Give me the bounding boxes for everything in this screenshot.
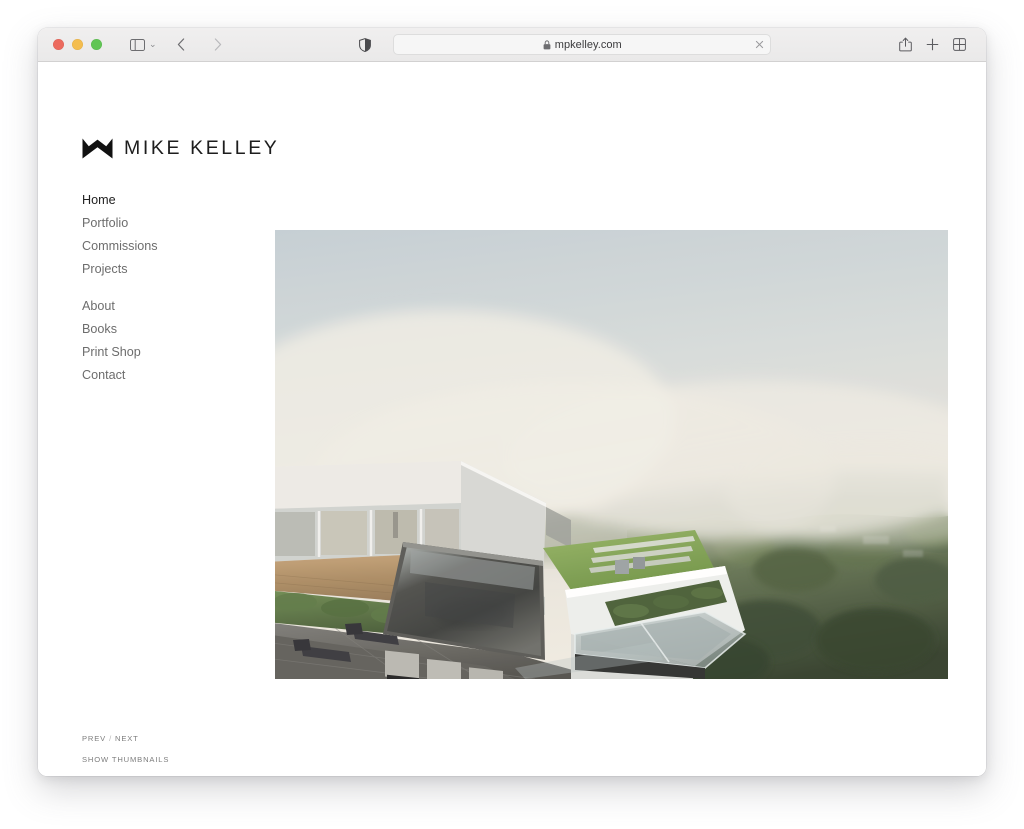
prev-next-row: PREV / NEXT [82,728,169,749]
show-thumbnails-link[interactable]: SHOW THUMBNAILS [82,749,169,770]
zoom-window-button[interactable] [91,39,102,50]
close-icon[interactable] [753,39,765,51]
nav-item-commissions[interactable]: Commissions [82,235,158,258]
nav-item-contact[interactable]: Contact [82,364,158,387]
gallery-controls: PREV / NEXT SHOW THUMBNAILS [82,728,169,770]
nav-item-home[interactable]: Home [82,189,158,212]
browser-toolbar: ⌄ mpkelley.com [38,28,986,62]
share-icon[interactable] [894,34,918,56]
grid-icon[interactable] [948,34,972,56]
back-button[interactable] [168,34,194,56]
nav-item-books[interactable]: Books [82,318,158,341]
site-title: MIKE KELLEY [124,137,280,159]
forward-button[interactable] [205,34,231,56]
site-brand[interactable]: MIKE KELLEY [82,137,279,160]
hero-photo[interactable] [275,230,948,679]
chevron-down-icon[interactable]: ⌄ [149,40,157,49]
main-navigation: Home Portfolio Commissions Projects Abou… [82,189,158,387]
window-controls [53,39,102,50]
navigation-controls: ⌄ [124,34,231,56]
plus-icon[interactable] [921,34,945,56]
address-text: mpkelley.com [554,38,622,51]
lock-icon [543,39,551,50]
mountain-chevron-logo-icon [82,138,113,159]
hero-photo-render [275,230,948,679]
next-link[interactable]: NEXT [115,734,139,743]
prev-link[interactable]: PREV [82,734,106,743]
close-window-button[interactable] [53,39,64,50]
minimize-window-button[interactable] [72,39,83,50]
nav-divider-space [82,281,158,295]
toolbar-actions [894,34,972,56]
nav-item-print-shop[interactable]: Print Shop [82,341,158,364]
web-page: MIKE KELLEY Home Portfolio Commissions P… [38,62,986,776]
sidebar-toggle-icon[interactable] [124,34,150,56]
nav-item-portfolio[interactable]: Portfolio [82,212,158,235]
privacy-shield-icon[interactable] [353,34,377,56]
browser-window: ⌄ mpkelley.com MIKE KELLEY Home Portfoli… [38,28,986,776]
nav-item-projects[interactable]: Projects [82,258,158,281]
nav-item-about[interactable]: About [82,295,158,318]
address-bar[interactable]: mpkelley.com [393,34,772,55]
address-content: mpkelley.com [543,39,622,51]
prev-next-separator: / [109,734,113,743]
